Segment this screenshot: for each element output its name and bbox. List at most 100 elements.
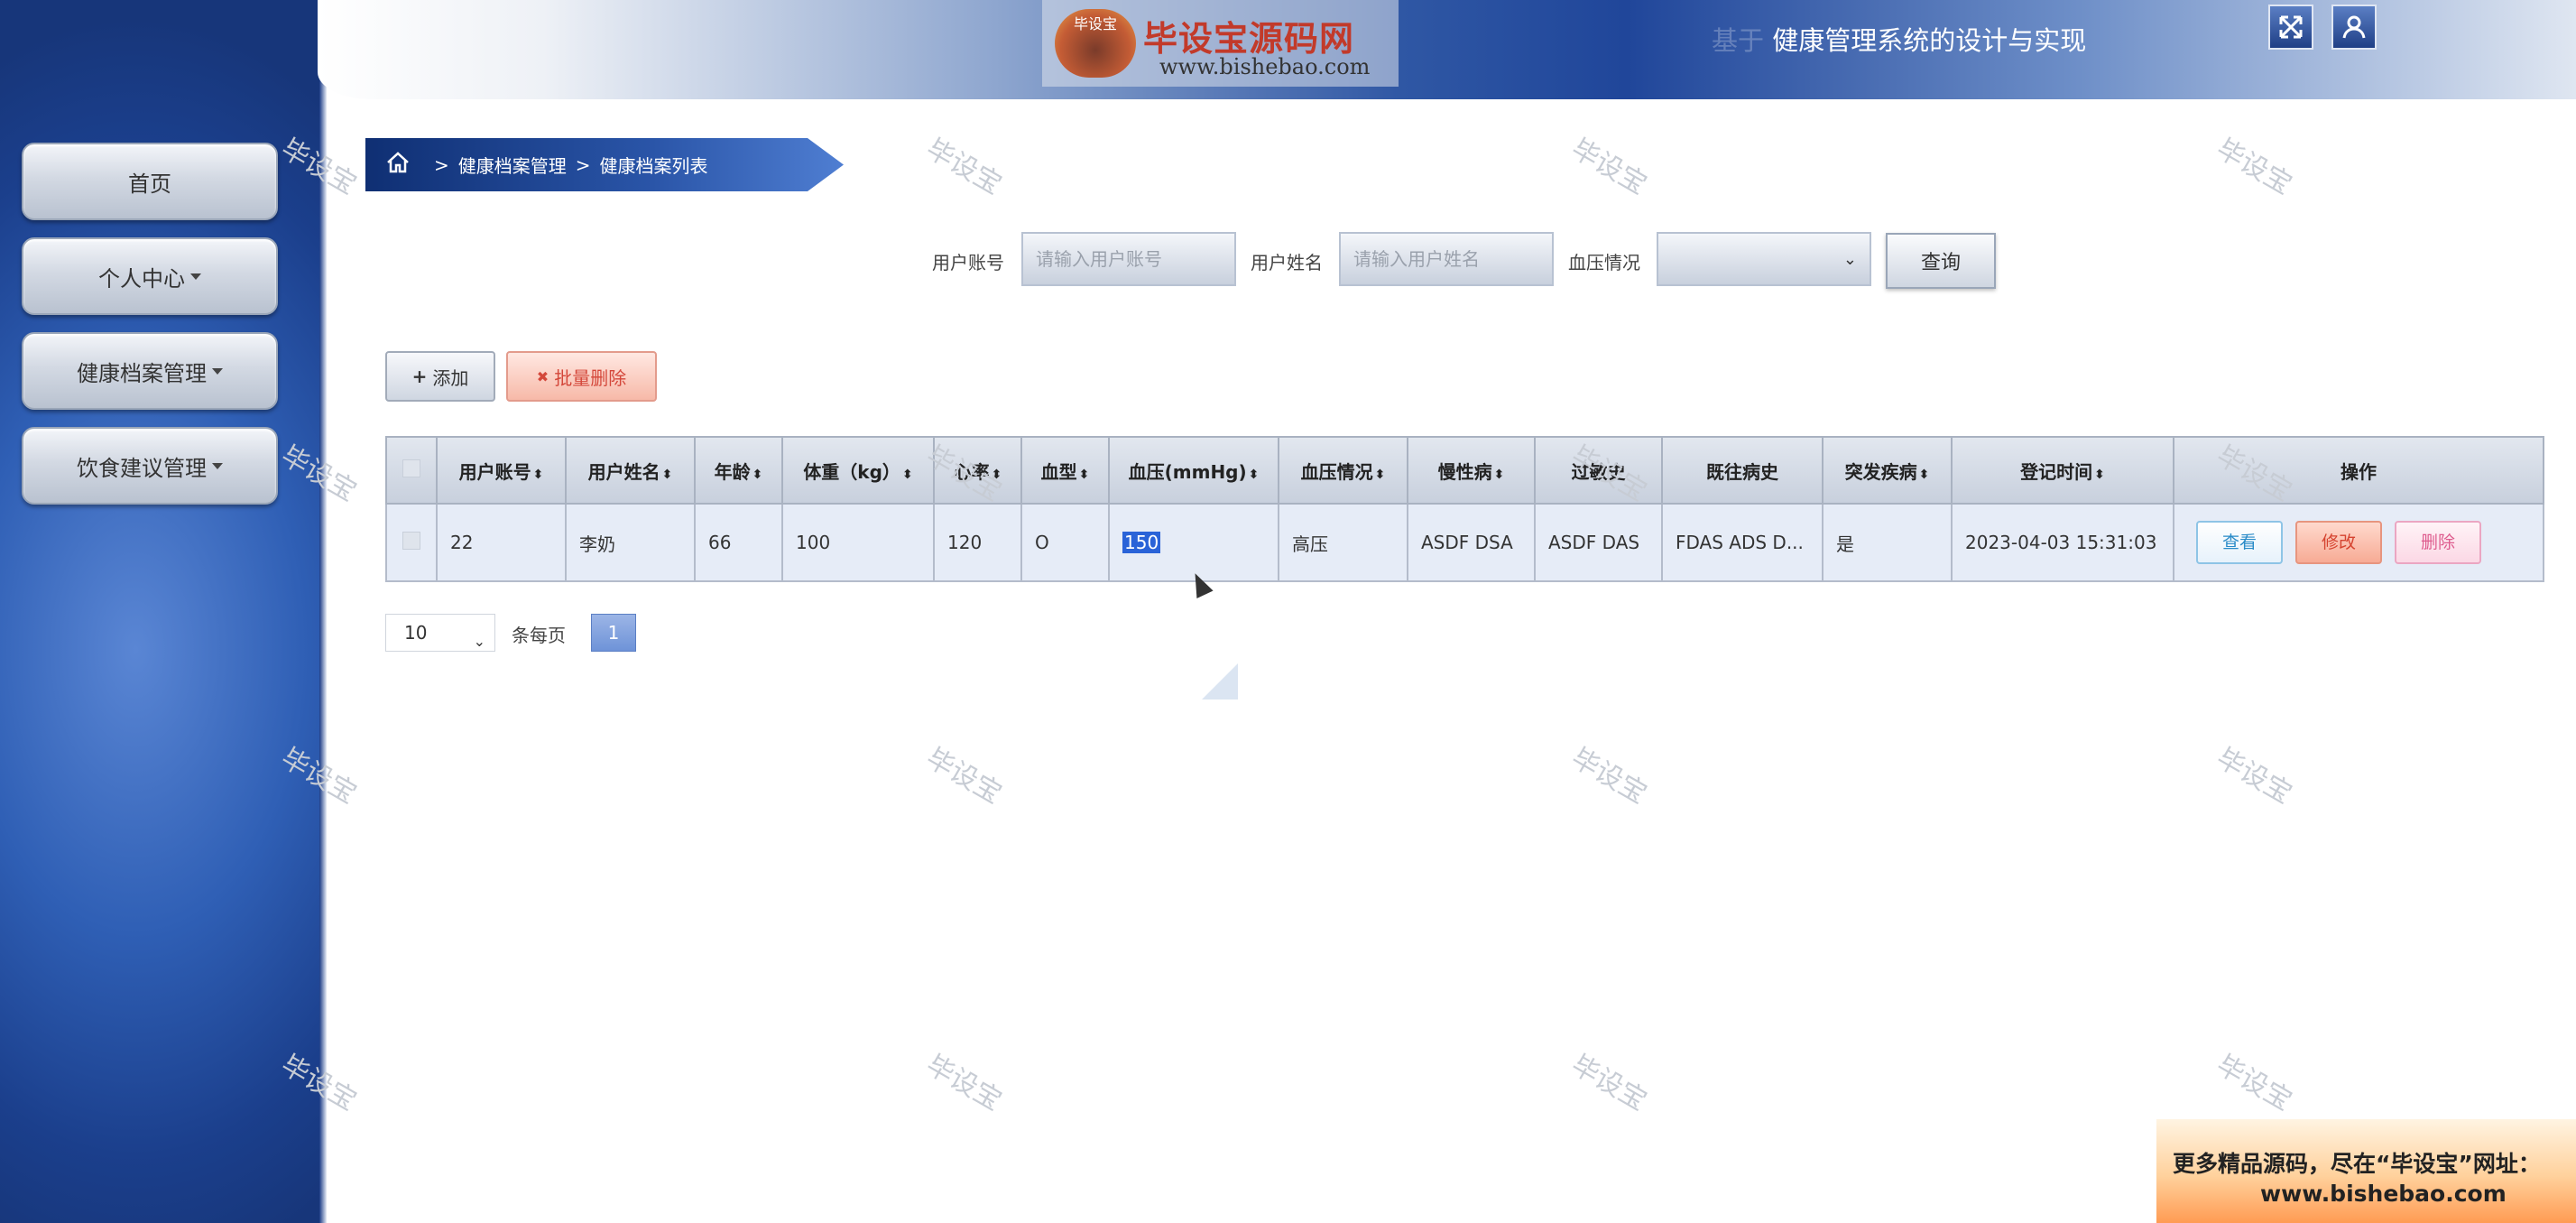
delete-button[interactable]: 删除 <box>2395 521 2481 564</box>
plus-icon: + <box>411 366 428 387</box>
user-icon[interactable] <box>2331 5 2377 50</box>
col-age[interactable]: 年龄 ⬍ <box>694 436 783 505</box>
nav-home[interactable]: 首页 <box>22 143 278 220</box>
nav-diet-advice-label: 饮食建议管理 <box>77 455 207 481</box>
add-button[interactable]: + 添加 <box>385 351 495 402</box>
cell-history: FDAS ADS D... <box>1661 503 1824 582</box>
sort-icon: ⬍ <box>1918 467 1930 482</box>
app-title: 基于 健康管理系统的设计与实现 <box>1712 20 2086 58</box>
sort-icon: ⬍ <box>1493 467 1505 482</box>
breadcrumb-separator: > <box>575 153 591 176</box>
sidebar: 首页 个人中心 健康档案管理 饮食建议管理 <box>0 0 327 1223</box>
decorative-triangle <box>1202 663 1238 700</box>
cell-heart-rate: 120 <box>933 503 1022 582</box>
checkbox-box <box>402 531 420 550</box>
caret-down-icon <box>212 462 223 469</box>
nav-health-record[interactable]: 健康档案管理 <box>22 332 278 410</box>
cell-chronic: ASDF DSA <box>1407 503 1536 582</box>
sort-icon: ⬍ <box>1078 467 1090 482</box>
select-all-checkbox[interactable] <box>385 436 438 505</box>
col-history: 既往病史 <box>1661 436 1824 505</box>
promo-line1: 更多精品源码，尽在“毕设宝”网址： <box>2173 1151 2541 1177</box>
logo-url: www.bishebao.com <box>1159 54 1371 79</box>
breadcrumb-level1[interactable]: 健康档案管理 <box>458 152 567 178</box>
header-bar: 基于 健康管理系统的设计与实现 <box>318 0 2576 99</box>
promo-line2: www.bishebao.com <box>2260 1181 2507 1207</box>
watermark-text: 毕设宝 <box>1565 1049 1652 1117</box>
col-history-label: 既往病史 <box>1706 460 1778 483</box>
sort-icon: ⬍ <box>901 467 913 482</box>
page-number-button[interactable]: 1 <box>591 614 636 652</box>
sort-icon: ⬍ <box>752 467 763 482</box>
watermark-text: 毕设宝 <box>1565 133 1652 201</box>
per-page-label: 条每页 <box>512 625 566 646</box>
col-chronic-label: 慢性病 <box>1437 460 1492 483</box>
account-label: 用户账号 <box>932 252 1004 273</box>
watermark-text: 毕设宝 <box>2211 133 2297 201</box>
caret-down-icon <box>212 367 223 375</box>
watermark-text: 毕设宝 <box>920 742 1007 811</box>
app-title-text: 健康管理系统的设计与实现 <box>1772 25 2087 56</box>
cell-allergy: ASDF DAS <box>1534 503 1663 582</box>
sort-icon: ⬍ <box>1374 467 1386 482</box>
name-label: 用户姓名 <box>1251 252 1323 273</box>
app-title-prefix: 基于 <box>1712 25 1765 56</box>
bp-status-label: 血压情况 <box>1568 252 1640 273</box>
cell-blood-pressure: 150 <box>1108 503 1279 582</box>
cell-weight: 100 <box>781 503 935 582</box>
col-chronic[interactable]: 慢性病 ⬍ <box>1407 436 1536 505</box>
fullscreen-icon[interactable] <box>2268 5 2313 50</box>
col-name[interactable]: 用户姓名 ⬍ <box>565 436 696 505</box>
cell-sudden: 是 <box>1822 503 1953 582</box>
col-sudden[interactable]: 突发疾病 ⬍ <box>1822 436 1953 505</box>
promo-banner[interactable]: 更多精品源码，尽在“毕设宝”网址： www.bishebao.com <box>2156 1119 2576 1223</box>
col-account[interactable]: 用户账号 ⬍ <box>436 436 567 505</box>
breadcrumb-level2: 健康档案列表 <box>599 155 708 177</box>
col-blood-type-label: 血型 <box>1040 460 1077 483</box>
sort-icon: ⬍ <box>661 467 673 482</box>
cell-name: 李奶 <box>565 503 696 582</box>
home-icon[interactable] <box>385 151 411 180</box>
watermark-text: 毕设宝 <box>2211 742 2297 811</box>
col-blood-pressure-label: 血压(mmHg) <box>1128 460 1247 483</box>
cell-registered: 2023-04-03 15:31:03 <box>1951 503 2174 582</box>
edit-button[interactable]: 修改 <box>2295 521 2382 564</box>
nav-diet-advice[interactable]: 饮食建议管理 <box>22 427 278 505</box>
col-blood-type[interactable]: 血型 ⬍ <box>1020 436 1110 505</box>
batch-delete-label: 批量删除 <box>554 366 627 389</box>
col-registered[interactable]: 登记时间 ⬍ <box>1951 436 2174 505</box>
cell-account: 22 <box>436 503 567 582</box>
breadcrumb: > 健康档案管理 > 健康档案列表 <box>365 138 844 191</box>
cell-age: 66 <box>694 503 783 582</box>
watermark-text: 毕设宝 <box>2211 1049 2297 1117</box>
bp-status-select[interactable]: ⌄ <box>1657 232 1871 286</box>
nav-home-label: 首页 <box>128 171 171 197</box>
selected-text: 150 <box>1122 532 1161 553</box>
col-age-label: 年龄 <box>714 460 751 483</box>
watermark-text: 毕设宝 <box>1565 742 1652 811</box>
col-blood-pressure[interactable]: 血压(mmHg) ⬍ <box>1108 436 1279 505</box>
account-input[interactable] <box>1021 232 1236 286</box>
caret-down-icon <box>190 273 201 280</box>
expand-icon <box>2279 15 2303 39</box>
table-row: 22 李奶 66 100 120 O 150 高压 ASDF DSA ASDF … <box>385 503 2544 582</box>
watermark-logo: 毕设宝 毕设宝源码网 www.bishebao.com <box>1042 0 1399 87</box>
query-button[interactable]: 查询 <box>1886 233 1996 289</box>
nav-personal-center[interactable]: 个人中心 <box>22 237 278 315</box>
add-button-label: 添加 <box>432 366 469 389</box>
col-bp-status[interactable]: 血压情况 ⬍ <box>1278 436 1408 505</box>
watermark-text: 毕设宝 <box>920 133 1007 201</box>
batch-delete-button[interactable]: ✖ 批量删除 <box>506 351 657 402</box>
chevron-down-icon: ⌄ <box>1842 250 1857 269</box>
view-button[interactable]: 查看 <box>2196 521 2283 564</box>
name-input[interactable] <box>1339 232 1554 286</box>
col-weight[interactable]: 体重（kg） ⬍ <box>781 436 935 505</box>
close-icon: ✖ <box>536 367 549 385</box>
sort-icon: ⬍ <box>2094 467 2105 482</box>
row-checkbox[interactable] <box>385 503 438 582</box>
chevron-down-icon: ⌄ <box>473 633 485 650</box>
checkbox-box <box>402 459 420 477</box>
breadcrumb-separator: > <box>434 153 449 176</box>
page-size-select[interactable]: 10 ⌄ <box>385 614 495 652</box>
logo-badge: 毕设宝 <box>1055 9 1136 78</box>
